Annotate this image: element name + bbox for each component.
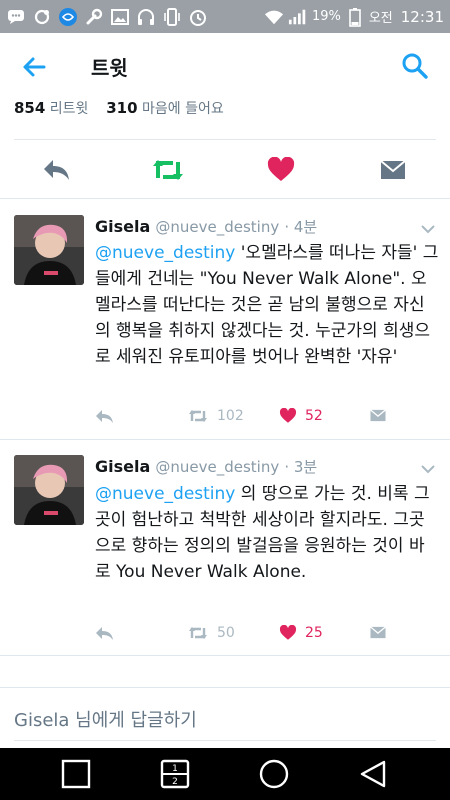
reply-input[interactable]: Gisela 님에게 답글하기 <box>14 706 197 732</box>
retweet-label[interactable]: 리트윗 <box>50 101 89 117</box>
vibrate-icon <box>162 7 182 27</box>
author-handle[interactable]: @nueve_destiny <box>155 218 279 236</box>
system-nav-bar: 12 <box>0 748 450 800</box>
reply-icon[interactable] <box>40 153 74 187</box>
retweet-icon[interactable] <box>151 153 185 187</box>
back-arrow-icon[interactable] <box>20 53 48 81</box>
divider <box>0 655 450 656</box>
svg-text:1: 1 <box>172 764 178 774</box>
chat-icon <box>6 7 26 27</box>
author-handle[interactable]: @nueve_destiny <box>155 458 279 476</box>
app-header: 트윗 <box>0 33 450 100</box>
message-icon[interactable] <box>369 408 387 423</box>
alarm-icon <box>188 7 208 27</box>
retweet-icon <box>189 410 207 422</box>
avatar[interactable] <box>14 215 84 285</box>
mention-link[interactable]: @nueve_destiny <box>95 484 235 504</box>
back-icon[interactable] <box>357 758 389 790</box>
main-action-bar <box>0 141 450 197</box>
retweet-action[interactable]: 50 <box>187 625 235 641</box>
tweet-card[interactable]: Gisela @nueve_destiny · 3분 @nueve_destin… <box>0 440 450 655</box>
retweet-count: 102 <box>217 408 244 424</box>
time-period: 오전 <box>368 11 393 26</box>
tweet-actions: 50 25 <box>95 625 440 647</box>
tweet-time: · 3분 <box>284 458 318 476</box>
wifi-icon <box>264 7 284 27</box>
tweet-stats: 854 리트윗 310 마음에 들어요 <box>14 98 224 118</box>
battery-percent: 19% <box>311 9 341 24</box>
divider <box>14 139 436 140</box>
retweet-count: 50 <box>217 625 235 641</box>
like-action[interactable]: 25 <box>279 625 323 641</box>
message-icon[interactable] <box>369 625 387 640</box>
sync-icon <box>32 7 52 27</box>
like-count[interactable]: 310 <box>106 99 137 117</box>
retweet-count[interactable]: 854 <box>14 99 45 117</box>
author-name[interactable]: Gisela <box>95 457 150 476</box>
wrench-icon <box>84 7 104 27</box>
reply-icon[interactable] <box>95 408 115 424</box>
reply-target-name: Gisela <box>14 710 70 731</box>
search-icon[interactable] <box>400 51 430 81</box>
like-action[interactable]: 52 <box>279 408 323 424</box>
tweet-actions: 102 52 <box>95 408 440 430</box>
svg-text:2: 2 <box>172 777 178 787</box>
page-title: 트윗 <box>91 56 128 80</box>
retweet-icon <box>189 627 207 639</box>
tweet-text: @nueve_destiny 의 땅으로 가는 것. 비록 그곳이 험난하고 척… <box>95 481 440 585</box>
chevron-down-icon[interactable] <box>420 221 436 237</box>
mention-link[interactable]: @nueve_destiny <box>95 243 235 263</box>
like-count: 52 <box>305 408 323 424</box>
clock: 12:31 <box>400 7 444 26</box>
divider <box>0 687 450 688</box>
divider <box>14 740 436 741</box>
like-label[interactable]: 마음에 들어요 <box>142 101 224 117</box>
like-heart-icon <box>279 625 297 640</box>
tweet-header: Gisela @nueve_destiny · 3분 <box>95 456 317 477</box>
signal-icon <box>288 7 308 27</box>
tweet-text: @nueve_destiny '오멜라스를 떠나는 자들' 그들에게 건네는 "… <box>95 240 440 370</box>
reply-prompt: 님에게 답글하기 <box>69 710 197 731</box>
battery-icon <box>345 7 365 27</box>
like-heart-icon <box>279 408 297 423</box>
tweet-time: · 4분 <box>284 218 318 236</box>
home-icon[interactable] <box>258 758 290 790</box>
message-icon[interactable] <box>376 153 410 187</box>
headphones-icon <box>136 7 156 27</box>
avatar[interactable] <box>14 455 84 525</box>
recent-apps-icon[interactable] <box>60 758 92 790</box>
status-bar: 19% 오전 12:31 <box>0 0 450 33</box>
browser-icon <box>58 7 78 27</box>
like-heart-icon[interactable] <box>264 153 298 187</box>
retweet-action[interactable]: 102 <box>187 408 244 424</box>
dual-window-icon[interactable]: 12 <box>159 758 191 790</box>
like-count: 25 <box>305 625 323 641</box>
chevron-down-icon[interactable] <box>420 461 436 477</box>
reply-icon[interactable] <box>95 625 115 641</box>
image-icon <box>110 7 130 27</box>
tweet-card[interactable]: Gisela @nueve_destiny · 4분 @nueve_destin… <box>0 199 450 439</box>
author-name[interactable]: Gisela <box>95 217 150 236</box>
tweet-header: Gisela @nueve_destiny · 4분 <box>95 216 317 237</box>
